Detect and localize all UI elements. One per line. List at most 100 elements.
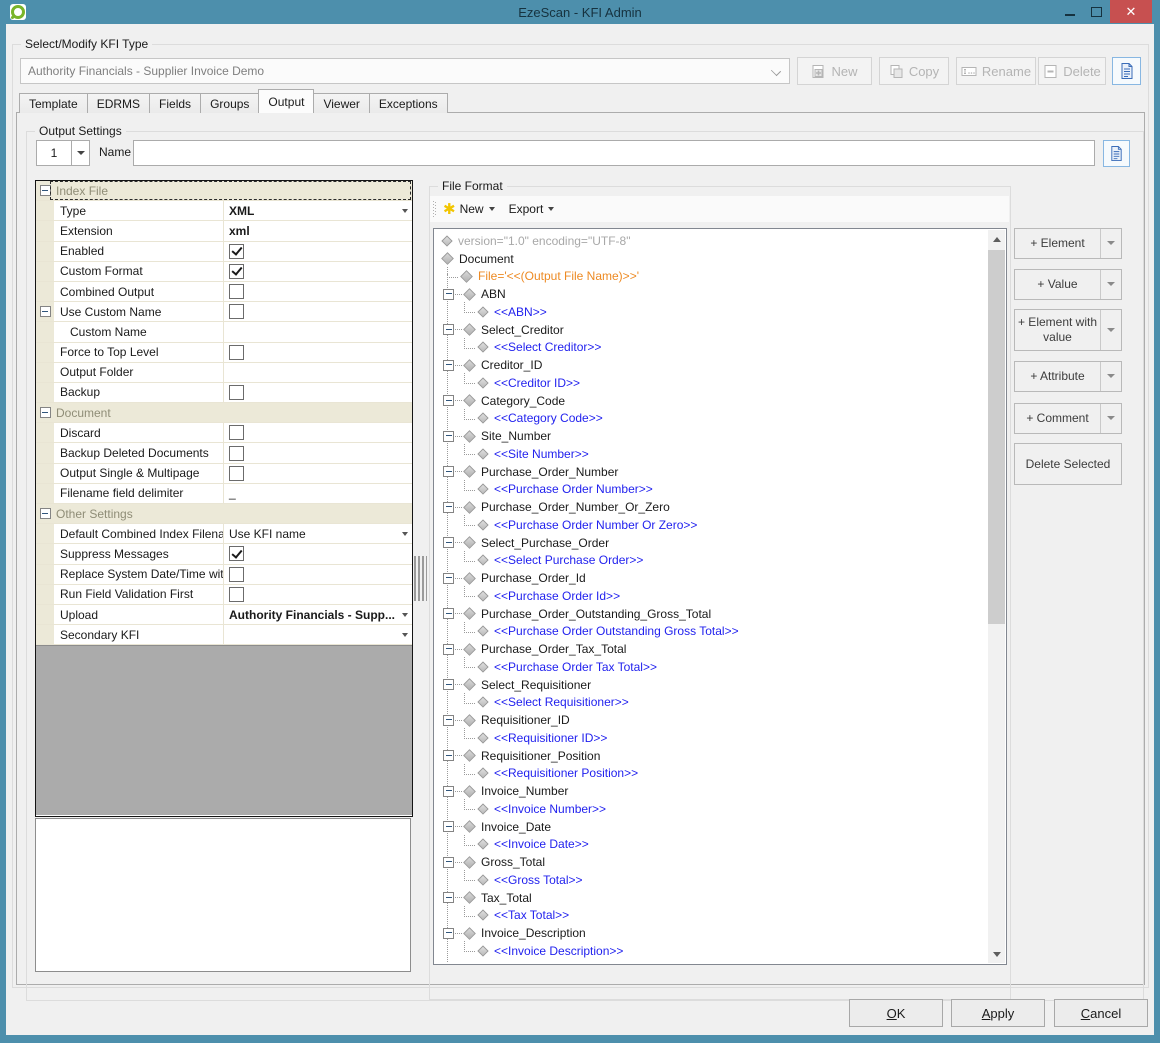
grid-property-row[interactable]: Output Folder [36,363,412,383]
collapse-icon[interactable] [443,928,454,939]
maximize-button[interactable] [1083,0,1110,23]
checkbox-unchecked[interactable] [229,466,244,481]
collapse-icon[interactable] [443,608,454,619]
collapse-icon[interactable] [443,821,454,832]
tree-node[interactable]: <<Select Requisitioner>> [437,694,986,712]
element-button[interactable]: + Element [1014,228,1122,259]
tree-node[interactable]: <<Requisitioner ID>> [437,729,986,747]
collapse-icon[interactable] [443,466,454,477]
scroll-down-button[interactable] [988,946,1005,963]
minimize-button[interactable] [1056,0,1083,23]
grid-category-row[interactable]: Document [36,403,412,423]
split-dropdown[interactable] [1100,310,1121,350]
tree-node[interactable]: Purchase_Order_Id [437,569,986,587]
property-value[interactable] [224,544,412,563]
tree-node[interactable]: <<Requisitioner Position>> [437,765,986,783]
checkbox-unchecked[interactable] [229,587,244,602]
collapse-icon[interactable] [443,360,454,371]
element-with-value-button[interactable]: + Element with value [1014,309,1122,351]
tab-exceptions[interactable]: Exceptions [369,93,448,113]
property-value[interactable] [224,302,412,321]
scrollbar-thumb[interactable] [988,250,1005,624]
property-value[interactable] [224,383,412,402]
property-value[interactable] [224,443,412,462]
tree-node[interactable]: <<ABN>> [437,303,986,321]
split-dropdown[interactable] [1100,229,1121,258]
attribute-button[interactable]: + Attribute [1014,361,1122,392]
tree-node[interactable]: <<Gross Total>> [437,871,986,889]
tree-node[interactable]: Purchase_Order_Outstanding_Gross_Total [437,605,986,623]
toolbar-export-button[interactable]: Export [502,198,562,220]
caret-down-icon[interactable] [402,613,408,620]
scroll-up-button[interactable] [988,230,1005,247]
tree-node[interactable]: <<Select Purchase Order>> [437,552,986,570]
comment-button[interactable]: + Comment [1014,403,1122,434]
tree-node[interactable]: Tax_Total [437,889,986,907]
tree-node[interactable]: Select_Purchase_Order [437,534,986,552]
split-dropdown[interactable] [1100,362,1121,391]
tree-node[interactable]: Select_Requisitioner [437,676,986,694]
checkbox-checked[interactable] [229,264,244,279]
collapse-icon[interactable] [443,431,454,442]
tree-node[interactable]: Invoice_Date [437,818,986,836]
grid-category-row[interactable]: Other Settings [36,504,412,524]
grid-property-row[interactable]: Custom Name [36,322,412,342]
property-value[interactable]: Authority Financials - Supp... [224,605,412,624]
grid-property-row[interactable]: Force to Top Level [36,343,412,363]
grid-property-row[interactable]: Output Single & Multipage [36,464,412,484]
property-value[interactable]: xml [224,221,412,240]
grid-property-row[interactable]: Discard [36,423,412,443]
tree-node[interactable]: Invoice_Number [437,782,986,800]
tree-node[interactable]: Site_Number [437,427,986,445]
tree-node[interactable]: <<Select Creditor>> [437,339,986,357]
property-value[interactable] [224,363,412,382]
property-value[interactable] [224,282,412,301]
collapse-icon[interactable] [443,679,454,690]
split-dropdown[interactable] [1100,270,1121,299]
panel-splitter-grip[interactable] [414,556,427,601]
checkbox-checked[interactable] [229,244,244,259]
collapse-icon[interactable] [443,715,454,726]
property-value[interactable]: Use KFI name [224,524,412,543]
collapse-icon[interactable] [443,786,454,797]
collapse-icon[interactable] [443,750,454,761]
kfi-report-button[interactable] [1112,57,1141,85]
grid-property-row[interactable]: Custom Format [36,262,412,282]
grid-property-row[interactable]: Run Field Validation First [36,585,412,605]
tree-node[interactable]: Category_Code [437,392,986,410]
property-value[interactable] [224,565,412,584]
collapse-icon[interactable] [40,407,51,418]
tree-node[interactable]: File='<<(Output File Name)>>' [437,268,986,286]
tree-node[interactable]: Requisitioner_Position [437,747,986,765]
name-input[interactable] [133,140,1095,166]
tree-node[interactable]: Gross_Total [437,853,986,871]
output-report-button[interactable] [1103,140,1130,167]
tree-node[interactable]: Select_Creditor [437,321,986,339]
caret-down-icon[interactable] [402,209,408,216]
checkbox-checked[interactable] [229,546,244,561]
property-value[interactable] [224,464,412,483]
tree-node[interactable]: Requisitioner_ID [437,711,986,729]
collapse-icon[interactable] [443,324,454,335]
tab-edrms[interactable]: EDRMS [87,93,150,113]
tree-node[interactable]: version="1.0" encoding="UTF-8" [437,232,986,250]
collapse-icon[interactable] [40,185,51,196]
checkbox-unchecked[interactable] [229,425,244,440]
grid-property-row[interactable]: UploadAuthority Financials - Supp... [36,605,412,625]
apply-button[interactable]: Apply [951,999,1045,1027]
tab-fields[interactable]: Fields [149,93,201,113]
collapse-icon[interactable] [443,573,454,584]
close-button[interactable]: ✕ [1110,0,1152,23]
property-value[interactable]: XML [224,201,412,220]
tree-node[interactable]: Invoice_Description [437,924,986,942]
grid-property-row[interactable]: Enabled [36,242,412,262]
grid-property-row[interactable]: Replace System Date/Time with... [36,565,412,585]
grid-property-row[interactable]: Default Combined Index Filena...Use KFI … [36,524,412,544]
tab-template[interactable]: Template [19,93,88,113]
tree-node[interactable]: <<Category Code>> [437,410,986,428]
collapse-icon[interactable] [443,857,454,868]
property-value[interactable]: _ [224,484,412,503]
ok-button[interactable]: OK [849,999,943,1027]
cancel-button[interactable]: Cancel [1054,999,1148,1027]
property-value[interactable] [224,625,412,644]
